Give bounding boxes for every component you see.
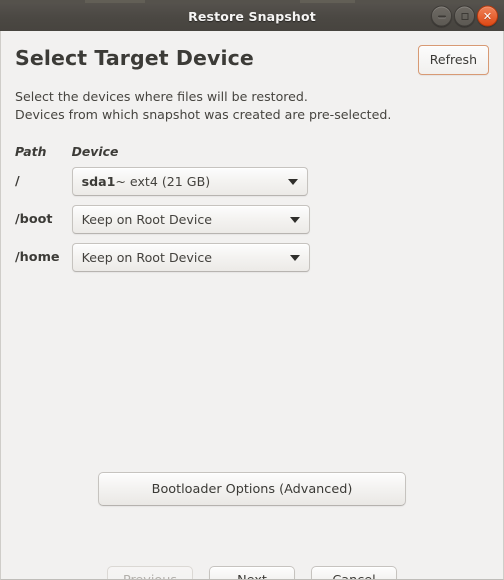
row-device-cell: sda1 ~ ext4 (21 GB)	[71, 166, 310, 205]
close-button-icon[interactable]: ✕	[477, 5, 498, 27]
device-table-head: Path Device	[15, 144, 310, 167]
window-controls: ✕	[431, 5, 498, 27]
close-icon: ✕	[482, 9, 493, 23]
column-header-path: Path	[15, 143, 47, 159]
chevron-down-icon	[289, 217, 300, 224]
device-select-root[interactable]: sda1 ~ ext4 (21 GB)	[71, 166, 308, 196]
device-detail-text: Keep on Root Device	[81, 249, 213, 265]
column-header-device: Device	[71, 143, 119, 159]
background-window-strip	[0, 0, 504, 4]
minimize-icon	[437, 15, 446, 17]
chevron-down-icon	[289, 255, 300, 262]
window-title: Restore Snapshot	[188, 8, 316, 24]
device-select-boot[interactable]: Keep on Root Device	[71, 204, 310, 234]
row-path-home: /home	[15, 249, 60, 265]
maximize-icon	[461, 12, 468, 20]
bootloader-row: Bootloader Options (Advanced)	[1, 472, 503, 506]
page-title: Select Target Device	[15, 46, 254, 70]
page-description: Select the devices where files will be r…	[15, 88, 489, 124]
device-detail-text: Keep on Root Device	[81, 211, 213, 227]
row-device-cell: Keep on Root Device	[71, 204, 310, 243]
bootloader-options-button[interactable]: Bootloader Options (Advanced)	[98, 472, 406, 506]
device-table-body: / sda1 ~ ext4 (21 GB) /boot Keep on Root…	[15, 166, 310, 281]
device-select-home[interactable]: Keep on Root Device	[71, 242, 310, 272]
previous-button[interactable]: Previous	[107, 566, 193, 579]
device-table: Path Device / sda1 ~ ext4 (21 GB) /boot	[15, 144, 310, 281]
dialog-content: Select Target Device Refresh Select the …	[0, 31, 504, 580]
minimize-button-icon[interactable]	[431, 5, 452, 27]
cancel-button[interactable]: Cancel	[311, 566, 397, 579]
device-detail-text: ~ ext4 (21 GB)	[115, 173, 211, 189]
restore-snapshot-window: Restore Snapshot ✕ Select Target Device …	[0, 0, 504, 580]
table-header-row: Path Device	[15, 144, 310, 167]
table-row: /home Keep on Root Device	[15, 242, 310, 281]
dialog-footer: Previous Next Cancel	[1, 566, 503, 579]
maximize-button-icon[interactable]	[454, 5, 475, 27]
row-path-boot: /boot	[15, 211, 53, 227]
next-button[interactable]: Next	[209, 566, 295, 579]
table-row: / sda1 ~ ext4 (21 GB)	[15, 166, 310, 205]
row-device-cell: Keep on Root Device	[71, 242, 310, 281]
header-row: Select Target Device Refresh	[15, 31, 489, 75]
chevron-down-icon	[287, 179, 298, 186]
description-line-1: Select the devices where files will be r…	[15, 89, 308, 104]
device-name-text: sda1	[81, 173, 116, 189]
refresh-button[interactable]: Refresh	[417, 45, 489, 75]
window-titlebar[interactable]: Restore Snapshot ✕	[0, 0, 504, 31]
description-line-2: Devices from which snapshot was created …	[15, 106, 392, 122]
table-row: /boot Keep on Root Device	[15, 204, 310, 243]
row-path-root: /	[15, 173, 20, 189]
